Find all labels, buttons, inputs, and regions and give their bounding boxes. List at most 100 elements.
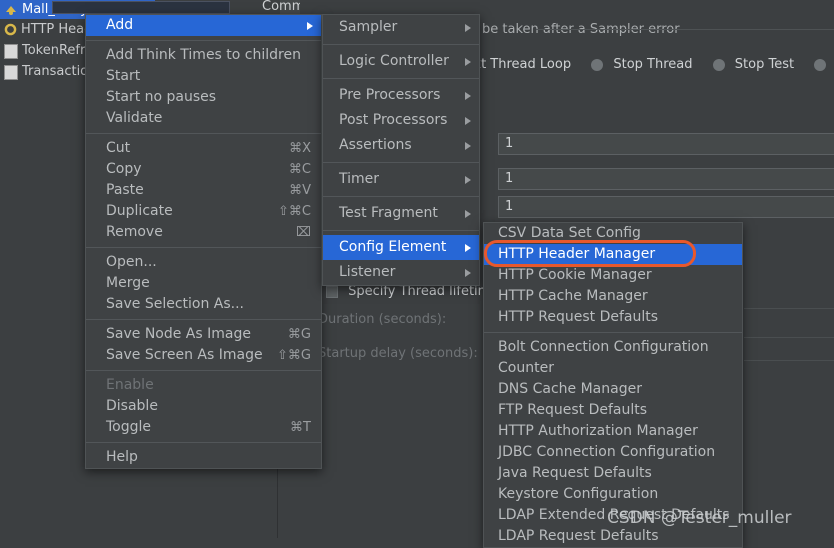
menu-item-shortcut: ⌧: [296, 225, 311, 240]
chevron-right-icon: [307, 21, 313, 30]
menu-item-bolt-connection-configuration[interactable]: Bolt Connection Configuration: [484, 337, 742, 358]
menu-item-label: CSV Data Set Config: [498, 225, 641, 241]
menu-separator: [86, 40, 321, 41]
radio-stop-thread-label: Stop Thread: [613, 57, 693, 72]
menu-item-assertions[interactable]: Assertions: [323, 133, 479, 158]
error-action-radio-group[interactable]: Start Next Thread Loop Stop Thread Stop …: [420, 57, 834, 72]
menu-item-ldap-request-defaults[interactable]: LDAP Request Defaults: [484, 526, 742, 547]
threads-input[interactable]: 1: [498, 133, 834, 155]
menu-item-jdbc-connection-configuration[interactable]: JDBC Connection Configuration: [484, 442, 742, 463]
menu-item-duplicate[interactable]: Duplicate ⇧⌘C: [86, 201, 321, 222]
menu-item-enable: Enable: [86, 375, 321, 396]
chevron-right-icon: [465, 141, 471, 150]
menu-separator: [323, 44, 479, 45]
menu-item-label: Save Screen As Image: [106, 347, 263, 363]
menu-item-save-node-as-image[interactable]: Save Node As Image ⌘G: [86, 324, 321, 345]
menu-item-remove[interactable]: Remove ⌧: [86, 222, 321, 243]
menu-item-label: Start no pauses: [106, 89, 217, 105]
menu-item-toggle[interactable]: Toggle ⌘T: [86, 417, 321, 438]
menu-item-http-cookie-manager[interactable]: HTTP Cookie Manager: [484, 265, 742, 286]
menu-item-shortcut: ⇧⌘C: [278, 204, 311, 219]
menu-item-disable[interactable]: Disable: [86, 396, 321, 417]
context-menu[interactable]: Add Add Think Times to children Start Start…: [85, 14, 322, 469]
menu-item-validate[interactable]: Validate: [86, 108, 321, 129]
menu-separator: [323, 162, 479, 163]
menu-item-label: Java Request Defaults: [498, 465, 652, 481]
radio-stop-thread[interactable]: [591, 58, 604, 71]
config-element-submenu[interactable]: CSV Data Set Config HTTP Header Manager HT…: [483, 222, 743, 548]
page-icon: [4, 64, 18, 80]
menu-item-add[interactable]: Add: [86, 15, 321, 36]
menu-item-shortcut: ⌘C: [288, 162, 311, 177]
specify-thread-lifetime-checkbox[interactable]: [326, 285, 338, 298]
menu-item-shortcut: ⌘G: [287, 327, 311, 342]
menu-item-listener[interactable]: Listener: [323, 260, 479, 285]
menu-item-add-think-times-to-children[interactable]: Add Think Times to children: [86, 45, 321, 66]
menu-item-shortcut: ⇧⌘G: [277, 348, 311, 363]
gear-icon: [4, 23, 17, 36]
menu-item-dns-cache-manager[interactable]: DNS Cache Manager: [484, 379, 742, 400]
menu-item-pre-processors[interactable]: Pre Processors: [323, 83, 479, 108]
name-input[interactable]: [52, 1, 230, 14]
page-icon: [4, 43, 18, 59]
menu-item-logic-controller[interactable]: Logic Controller: [323, 49, 479, 74]
menu-item-test-fragment[interactable]: Test Fragment: [323, 201, 479, 226]
menu-item-save-selection-as[interactable]: Save Selection As...: [86, 294, 321, 315]
chevron-right-icon: [465, 209, 471, 218]
menu-item-http-header-manager[interactable]: HTTP Header Manager: [484, 244, 742, 265]
menu-item-label: Merge: [106, 275, 150, 291]
radio-stop-test-now[interactable]: [814, 58, 827, 71]
menu-item-paste[interactable]: Paste ⌘V: [86, 180, 321, 201]
duration-label: Duration (seconds):: [318, 312, 447, 327]
startup-delay-label: Startup delay (seconds):: [318, 346, 478, 361]
menu-item-label: HTTP Cache Manager: [498, 288, 648, 304]
menu-item-start[interactable]: Start: [86, 66, 321, 87]
menu-item-http-authorization-manager[interactable]: HTTP Authorization Manager: [484, 421, 742, 442]
menu-item-open[interactable]: Open...: [86, 252, 321, 273]
menu-item-label: HTTP Authorization Manager: [498, 423, 698, 439]
menu-item-label: HTTP Request Defaults: [498, 309, 659, 325]
menu-separator: [86, 133, 321, 134]
menu-item-shortcut: ⌘X: [289, 141, 311, 156]
add-submenu[interactable]: Sampler Logic Controller Pre Processors Pos…: [322, 14, 480, 286]
menu-separator: [86, 247, 321, 248]
menu-item-label: Test Fragment: [339, 205, 438, 221]
menu-item-ftp-request-defaults[interactable]: FTP Request Defaults: [484, 400, 742, 421]
radio-stop-test[interactable]: [712, 58, 725, 71]
menu-item-label: Disable: [106, 398, 158, 414]
menu-item-post-processors[interactable]: Post Processors: [323, 108, 479, 133]
specify-thread-lifetime-row[interactable]: Specify Thread lifetime: [326, 284, 498, 299]
menu-item-label: HTTP Cookie Manager: [498, 267, 652, 283]
rampup-input[interactable]: 1: [498, 168, 834, 190]
menu-separator: [323, 230, 479, 231]
menu-item-csv-data-set-config[interactable]: CSV Data Set Config: [484, 223, 742, 244]
menu-item-label: HTTP Header Manager: [498, 246, 656, 262]
menu-item-counter[interactable]: Counter: [484, 358, 742, 379]
menu-item-label: Assertions: [339, 137, 412, 153]
menu-item-start-no-pauses[interactable]: Start no pauses: [86, 87, 321, 108]
thread-group-icon: [4, 3, 18, 17]
menu-item-copy[interactable]: Copy ⌘C: [86, 159, 321, 180]
menu-item-cut[interactable]: Cut ⌘X: [86, 138, 321, 159]
menu-item-label: JDBC Connection Configuration: [498, 444, 716, 460]
menu-item-label: Logic Controller: [339, 53, 449, 69]
menu-item-label: Toggle: [106, 419, 152, 435]
menu-item-label: Timer: [339, 171, 380, 187]
menu-item-http-request-defaults[interactable]: HTTP Request Defaults: [484, 307, 742, 328]
menu-item-http-cache-manager[interactable]: HTTP Cache Manager: [484, 286, 742, 307]
menu-item-label: Save Node As Image: [106, 326, 251, 342]
menu-item-merge[interactable]: Merge: [86, 273, 321, 294]
menu-item-label: Post Processors: [339, 112, 448, 128]
menu-item-sampler[interactable]: Sampler: [323, 15, 479, 40]
chevron-right-icon: [465, 23, 471, 32]
menu-item-shortcut: ⌘T: [290, 420, 311, 435]
menu-item-timer[interactable]: Timer: [323, 167, 479, 192]
menu-separator: [484, 332, 742, 333]
menu-item-keystore-configuration[interactable]: Keystore Configuration: [484, 484, 742, 505]
menu-item-save-screen-as-image[interactable]: Save Screen As Image ⇧⌘G: [86, 345, 321, 366]
menu-item-help[interactable]: Help: [86, 447, 321, 468]
menu-item-config-element[interactable]: Config Element: [323, 235, 479, 260]
loopcount-input[interactable]: 1: [498, 196, 834, 218]
menu-item-label: FTP Request Defaults: [498, 402, 648, 418]
menu-item-java-request-defaults[interactable]: Java Request Defaults: [484, 463, 742, 484]
